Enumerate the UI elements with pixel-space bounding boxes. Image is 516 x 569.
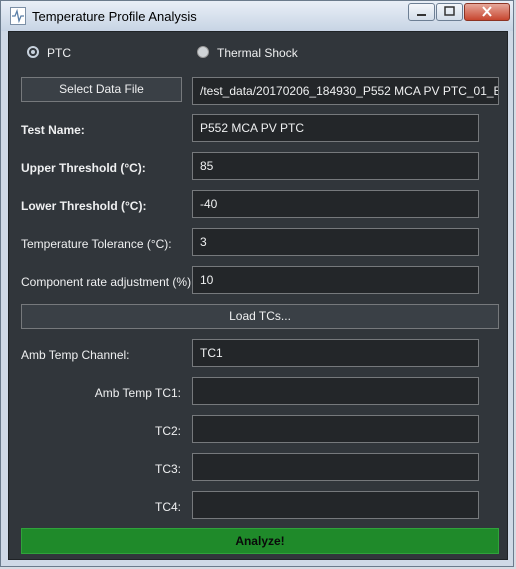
lower-threshold-label: Lower Threshold (°C):	[21, 199, 147, 213]
data-file-path-field[interactable]: /test_data/20170206_184930_P552 MCA PV P…	[192, 77, 499, 105]
close-icon	[465, 4, 509, 20]
ptc-radio-label[interactable]: PTC	[47, 46, 71, 60]
component-rate-label: Component rate adjustment (%):	[21, 275, 195, 289]
select-data-file-button[interactable]: Select Data File	[21, 77, 182, 102]
test-name-label: Test Name:	[21, 123, 85, 137]
analyze-button[interactable]: Analyze!	[21, 528, 499, 554]
amb-temp-tc1-label: Amb Temp TC1:	[94, 386, 181, 400]
maximize-button[interactable]	[436, 3, 463, 21]
temperature-tolerance-input[interactable]: 3	[192, 228, 479, 256]
close-button[interactable]	[464, 3, 510, 21]
upper-threshold-label: Upper Threshold (°C):	[21, 161, 146, 175]
ptc-radio[interactable]	[27, 46, 39, 58]
title-bar[interactable]: Temperature Profile Analysis	[1, 1, 513, 31]
temperature-tolerance-label: Temperature Tolerance (°C):	[21, 237, 172, 251]
load-tcs-button[interactable]: Load TCs...	[21, 304, 499, 329]
maximize-icon	[437, 4, 462, 20]
app-window: Temperature Profile Analysis PTC Thermal…	[0, 0, 514, 567]
thermal-shock-radio[interactable]	[197, 46, 209, 58]
tc2-input[interactable]	[192, 415, 479, 443]
tc4-label: TC4:	[154, 500, 181, 514]
window-title: Temperature Profile Analysis	[32, 9, 197, 24]
tc4-input[interactable]	[192, 491, 479, 519]
thermal-shock-radio-label[interactable]: Thermal Shock	[217, 46, 298, 60]
main-panel: PTC Thermal Shock Select Data File /test…	[8, 31, 508, 560]
amb-temp-channel-label: Amb Temp Channel:	[21, 348, 130, 362]
upper-threshold-input[interactable]: 85	[192, 152, 479, 180]
tc3-label: TC3:	[154, 462, 181, 476]
tc3-input[interactable]	[192, 453, 479, 481]
minimize-icon	[409, 4, 434, 20]
tc2-label: TC2:	[154, 424, 181, 438]
amb-temp-tc1-input[interactable]	[192, 377, 479, 405]
amb-temp-channel-input[interactable]: TC1	[192, 339, 479, 367]
minimize-button[interactable]	[408, 3, 435, 21]
component-rate-input[interactable]: 10	[192, 266, 479, 294]
lower-threshold-input[interactable]: -40	[192, 190, 479, 218]
test-name-input[interactable]: P552 MCA PV PTC	[192, 114, 479, 142]
app-icon	[10, 7, 26, 25]
